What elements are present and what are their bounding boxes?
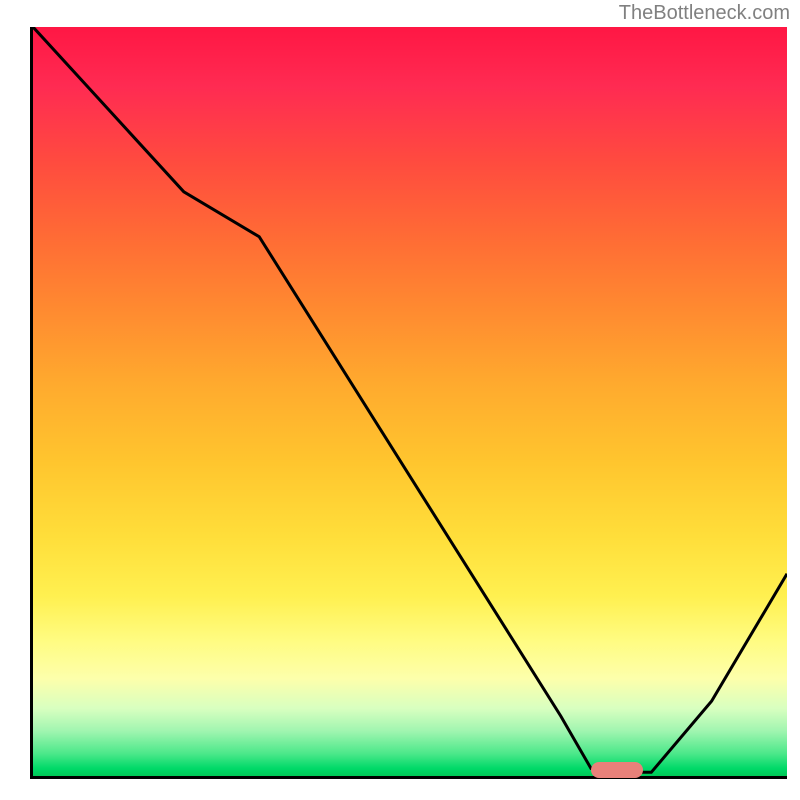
chart-container: TheBottleneck.com [0,0,800,800]
watermark-text: TheBottleneck.com [619,2,790,25]
optimal-marker [591,762,643,778]
chart-frame [30,27,787,779]
chart-curve [33,27,787,776]
